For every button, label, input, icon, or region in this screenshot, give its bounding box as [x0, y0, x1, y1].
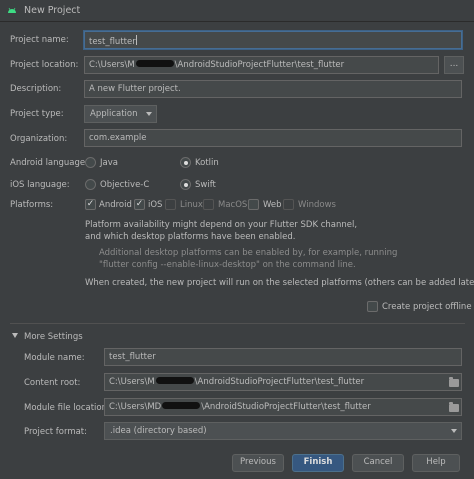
platform-note-line-1: Platform availability might depend on yo…: [85, 220, 358, 230]
content-root-input[interactable]: C:\Users\M \AndroidStudioProjectFlutter\t…: [104, 373, 462, 391]
checkbox-linux-label: Linux: [180, 200, 203, 210]
organization-value: com.example: [89, 133, 147, 143]
radio-swift-label: Swift: [195, 180, 216, 190]
module-file-location-label: Module file location:: [24, 403, 110, 413]
checkbox-windows[interactable]: [283, 199, 294, 210]
radio-swift[interactable]: [180, 179, 191, 190]
project-location-prefix: C:\Users\M: [89, 60, 135, 70]
project-format-select[interactable]: .idea (directory based): [104, 422, 462, 440]
android-language-label: Android language:: [10, 158, 89, 168]
project-location-suffix: \AndroidStudioProjectFlutter\test_flutte…: [174, 60, 345, 70]
description-label: Description:: [10, 84, 62, 94]
folder-icon[interactable]: [449, 377, 459, 387]
title-bar: New Project: [0, 0, 474, 22]
chevron-down-icon: [451, 429, 457, 433]
finish-button[interactable]: Finish: [292, 454, 344, 472]
redaction-mark: [162, 402, 201, 409]
checkbox-web[interactable]: [248, 199, 259, 210]
module-file-location-input[interactable]: C:\Users\MD \AndroidStudioProjectFlutter\…: [104, 398, 462, 416]
radio-kotlin[interactable]: [180, 157, 191, 168]
redaction-mark: [155, 377, 194, 384]
description-input[interactable]: A new Flutter project.: [84, 80, 462, 98]
content-root-suffix: \AndroidStudioProjectFlutter\test_flutte…: [194, 377, 365, 387]
chevron-down-icon: [12, 333, 18, 338]
project-location-label: Project location:: [10, 60, 79, 70]
checkbox-android[interactable]: ✓: [85, 199, 96, 210]
window-title: New Project: [24, 5, 81, 16]
checkbox-macos-label: MacOS: [218, 200, 248, 210]
project-type-select[interactable]: Application: [84, 105, 157, 123]
checkbox-android-label: Android: [99, 200, 132, 210]
radio-objective-c-label: Objective-C: [100, 180, 150, 190]
radio-kotlin-label: Kotlin: [195, 158, 219, 168]
browse-location-button[interactable]: ...: [444, 56, 464, 74]
checkbox-ios[interactable]: ✓: [134, 199, 145, 210]
redaction-mark: [135, 60, 174, 67]
checkbox-macos[interactable]: [203, 199, 214, 210]
radio-objective-c[interactable]: [85, 179, 96, 190]
module-name-label: Module name:: [24, 353, 85, 363]
module-name-value: test_flutter: [109, 352, 156, 362]
folder-icon[interactable]: [449, 402, 459, 412]
project-location-input[interactable]: C:\Users\M \AndroidStudioProjectFlutter\t…: [84, 56, 439, 74]
checkbox-linux[interactable]: [165, 199, 176, 210]
platforms-label: Platforms:: [10, 200, 54, 210]
create-offline-label: Create project offline: [382, 302, 472, 312]
project-name-label: Project name:: [10, 35, 69, 45]
checkbox-web-label: Web: [263, 200, 282, 210]
project-name-input[interactable]: test_flutter: [84, 31, 462, 49]
text-caret: [135, 35, 137, 45]
desktop-note-line-2: "flutter config --enable-linux-desktop" …: [99, 260, 356, 270]
cancel-button[interactable]: Cancel: [352, 454, 404, 472]
desktop-note-line-1: Additional desktop platforms can be enab…: [99, 248, 398, 258]
module-file-location-prefix: C:\Users\MD: [109, 402, 162, 412]
checkbox-create-offline[interactable]: [367, 301, 378, 312]
more-settings-toggle[interactable]: More Settings: [12, 332, 83, 342]
previous-button[interactable]: Previous: [232, 454, 284, 472]
button-bar: Previous Finish Cancel Help: [0, 448, 474, 479]
ios-language-label: iOS language:: [10, 180, 70, 190]
project-name-value: test_flutter: [89, 37, 136, 47]
platform-note-line-2: and which desktop platforms have been en…: [85, 232, 296, 242]
organization-label: Organization:: [10, 134, 68, 144]
more-settings-title: More Settings: [24, 332, 83, 342]
description-value: A new Flutter project.: [89, 84, 181, 94]
content-root-label: Content root:: [24, 378, 81, 388]
radio-java-label: Java: [100, 158, 118, 168]
run-platforms-note: When created, the new project will run o…: [85, 278, 474, 288]
project-format-label: Project format:: [24, 427, 88, 437]
checkbox-windows-label: Windows: [298, 200, 336, 210]
divider: [10, 323, 465, 324]
help-button[interactable]: Help: [412, 454, 460, 472]
android-logo-icon: [8, 7, 16, 13]
organization-input[interactable]: com.example: [84, 129, 462, 147]
chevron-down-icon: [146, 112, 152, 116]
project-format-value: .idea (directory based): [110, 426, 207, 436]
module-file-location-suffix: \AndroidStudioProjectFlutter\test_flutte…: [201, 402, 371, 412]
content-root-prefix: C:\Users\M: [109, 377, 155, 387]
project-type-value: Application: [90, 109, 138, 119]
checkbox-ios-label: iOS: [148, 200, 163, 210]
project-type-label: Project type:: [10, 109, 64, 119]
module-name-input[interactable]: test_flutter: [104, 348, 462, 366]
radio-java[interactable]: [85, 157, 96, 168]
